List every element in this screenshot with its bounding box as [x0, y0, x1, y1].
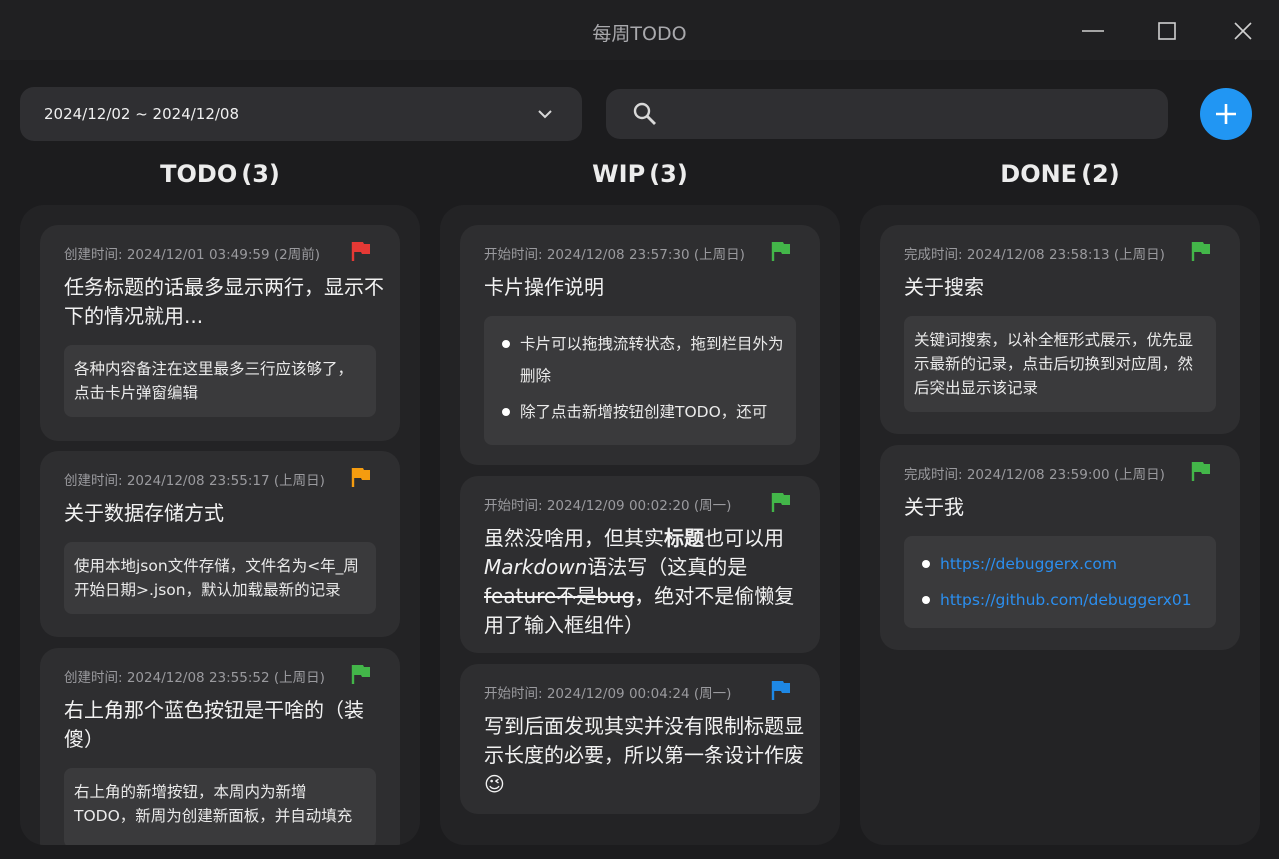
task-card[interactable]: 完成时间: 2024/12/08 23:58:13 (上周日) 关于搜索 关键词… [880, 225, 1240, 434]
card-title: 写到后面发现其实并没有限制标题显示长度的必要，所以第一条设计作废😉 [484, 714, 804, 796]
card-timestamp: 完成时间: 2024/12/08 23:59:00 (上周日) [904, 467, 1165, 483]
column-name: TODO [160, 160, 238, 188]
flag-icon[interactable] [1190, 240, 1212, 262]
column-count: (2) [1081, 160, 1120, 188]
card-note: 使用本地json文件存储，文件名为<年_周开始日期>.json，默认加载最新的记… [64, 542, 376, 614]
card-title: 任务标题的话最多显示两行，显示不下的情况就用... [64, 275, 384, 328]
column-count: (3) [241, 160, 280, 188]
column-header-wip: WIP (3) [430, 160, 850, 188]
card-note: 各种内容备注在这里最多三行应该够了，点击卡片弹窗编辑 [64, 345, 376, 417]
list-item: 卡片可以拖拽流转状态，拖到栏目外为删除 [494, 328, 786, 392]
task-card[interactable]: 开始时间: 2024/12/09 00:04:24 (周一) 写到后面发现其实并… [460, 664, 820, 814]
card-title: 关于我 [904, 495, 964, 519]
flag-icon[interactable] [350, 466, 372, 488]
plus-icon [1216, 104, 1236, 124]
task-card[interactable]: 开始时间: 2024/12/09 00:02:20 (周一) 虽然没啥用，但其实… [460, 476, 820, 653]
column-done[interactable]: 完成时间: 2024/12/08 23:58:13 (上周日) 关于搜索 关键词… [860, 205, 1260, 845]
card-timestamp: 开始时间: 2024/12/09 00:04:24 (周一) [484, 686, 732, 702]
title-strikethrough-text: feature不是bug [484, 584, 635, 608]
task-card[interactable]: 创建时间: 2024/12/01 03:49:59 (2周前) 任务标题的话最多… [40, 225, 400, 441]
chevron-down-icon [538, 110, 552, 119]
card-timestamp: 创建时间: 2024/12/01 03:49:59 (2周前) [64, 247, 320, 263]
search-box[interactable] [606, 89, 1168, 139]
card-title: 虽然没啥用，但其实标题也可以用 Markdown语法写（这真的是 feature不是… [484, 524, 804, 640]
title-bar: 每周TODO [0, 0, 1279, 60]
minimize-icon [1082, 30, 1104, 32]
column-todo[interactable]: 创建时间: 2024/12/01 03:49:59 (2周前) 任务标题的话最多… [20, 205, 420, 845]
search-icon [633, 102, 656, 125]
task-card[interactable]: 创建时间: 2024/12/08 23:55:52 (上周日) 右上角那个蓝色按… [40, 648, 400, 845]
title-italic-text: Markdown [484, 555, 588, 579]
task-card[interactable]: 开始时间: 2024/12/08 23:57:30 (上周日) 卡片操作说明 卡… [460, 225, 820, 465]
close-icon [1234, 22, 1252, 40]
card-note: 右上角的新增按钮，本周内为新增TODO，新周为创建新面板，并自动填充 [64, 768, 376, 845]
task-card[interactable]: 完成时间: 2024/12/08 23:59:00 (上周日) 关于我 http… [880, 445, 1240, 650]
column-header-done: DONE (2) [850, 160, 1270, 188]
list-item: 除了点击新增按钮创建TODO，还可 [494, 396, 786, 428]
week-range-select[interactable]: 2024/12/02 ~ 2024/12/08 [20, 87, 582, 141]
search-input[interactable] [676, 99, 1150, 131]
flag-icon[interactable] [1190, 460, 1212, 482]
card-title: 关于搜索 [904, 275, 984, 299]
flag-icon[interactable] [350, 240, 372, 262]
title-bold-text: 标题 [664, 526, 704, 550]
column-header-todo: TODO (3) [10, 160, 430, 188]
card-note: https://debuggerx.com https://github.com… [904, 536, 1216, 628]
minimize-button[interactable] [1078, 16, 1108, 46]
card-title: 关于数据存储方式 [64, 501, 224, 525]
card-title: 卡片操作说明 [484, 275, 604, 299]
column-count: (3) [649, 160, 688, 188]
card-timestamp: 创建时间: 2024/12/08 23:55:52 (上周日) [64, 670, 325, 686]
task-card[interactable]: 创建时间: 2024/12/08 23:55:17 (上周日) 关于数据存储方式… [40, 451, 400, 637]
link-github-profile[interactable]: https://github.com/debuggerx01 [914, 584, 1206, 616]
link-debuggerx-site[interactable]: https://debuggerx.com [914, 548, 1206, 580]
column-wip[interactable]: 开始时间: 2024/12/08 23:57:30 (上周日) 卡片操作说明 卡… [440, 205, 840, 845]
card-note: 关键词搜索，以补全框形式展示，优先显示最新的记录，点击后切换到对应周，然后突出显… [904, 316, 1216, 412]
card-title: 右上角那个蓝色按钮是干啥的（装傻） [64, 698, 364, 751]
flag-icon[interactable] [770, 240, 792, 262]
maximize-icon [1158, 22, 1176, 40]
flag-icon[interactable] [770, 679, 792, 701]
card-timestamp: 创建时间: 2024/12/08 23:55:17 (上周日) [64, 473, 325, 489]
title-text: 也可以用 [704, 526, 784, 550]
flag-icon[interactable] [350, 663, 372, 685]
column-name: DONE [1000, 160, 1078, 188]
maximize-button[interactable] [1152, 16, 1182, 46]
card-timestamp: 开始时间: 2024/12/08 23:57:30 (上周日) [484, 247, 745, 263]
add-button[interactable] [1200, 88, 1252, 140]
column-name: WIP [592, 160, 646, 188]
title-text: 语法写（这真的是 [587, 555, 748, 579]
title-text: 虽然没啥用，但其实 [484, 526, 664, 550]
card-timestamp: 开始时间: 2024/12/09 00:02:20 (周一) [484, 498, 732, 514]
card-timestamp: 完成时间: 2024/12/08 23:58:13 (上周日) [904, 247, 1165, 263]
flag-icon[interactable] [770, 491, 792, 513]
week-range-value: 2024/12/02 ~ 2024/12/08 [44, 105, 240, 123]
card-note: 卡片可以拖拽流转状态，拖到栏目外为删除 除了点击新增按钮创建TODO，还可 [484, 316, 796, 445]
close-button[interactable] [1228, 16, 1258, 46]
